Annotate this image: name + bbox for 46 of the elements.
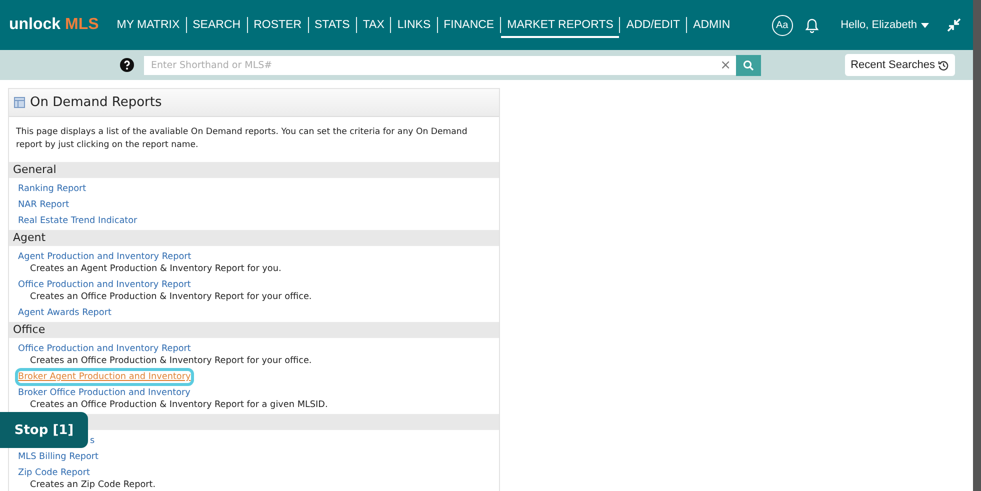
report-description: Creates an Office Production & Inventory Report for a given MLSID. [29, 400, 329, 411]
user-menu[interactable]: Hello, Elizabeth [830, 19, 935, 31]
section-header: Agent [9, 230, 499, 246]
report-link[interactable]: Ranking Report [18, 183, 86, 195]
section-header: Office [9, 322, 499, 338]
report-link[interactable]: Real Estate Trend Indicator [18, 215, 138, 227]
caret-icon [921, 22, 929, 28]
panel-title: On Demand Reports [30, 95, 162, 110]
font-size-button[interactable]: Aa [772, 14, 793, 36]
nav-tab[interactable]: ROSTER [248, 12, 308, 38]
report-link[interactable]: Zip Code Report [18, 467, 90, 479]
nav-tab[interactable]: STATS [308, 12, 356, 38]
search-icon [743, 60, 754, 70]
nav-tab[interactable]: FINANCE [438, 12, 500, 38]
search-button[interactable] [736, 54, 761, 76]
nav-tab[interactable]: ADD/EDIT [620, 12, 686, 38]
collapse-icon[interactable] [947, 18, 961, 32]
stop-button[interactable]: Stop [1] [0, 412, 88, 448]
intro-text: This page displays a list of the avaliable On Demand reports. You can set the criteria for any On Demand report by just clicking on the report name. [15, 126, 468, 152]
report-link[interactable]: Agent Awards Report [18, 307, 112, 319]
report-link[interactable]: s [90, 435, 95, 447]
report-link[interactable]: Agent Production and Inventory Report [18, 251, 192, 263]
report-link[interactable]: Office Production and Inventory Report [18, 279, 191, 291]
recent-searches-button[interactable]: Recent Searches [844, 54, 955, 76]
report-description: Creates an Office Production & Inventory Report for your office. [29, 356, 313, 367]
nav-tab[interactable]: LINKS [391, 12, 437, 38]
clear-button[interactable]: × [720, 58, 736, 72]
nav-tab[interactable]: ADMIN [687, 12, 736, 38]
section-header: General [9, 162, 499, 178]
report-link[interactable]: NAR Report [18, 199, 70, 211]
help-icon[interactable] [120, 58, 134, 72]
logo[interactable]: unlock MLS [9, 16, 99, 34]
nav-tab[interactable]: TAX [356, 12, 390, 38]
nav-tab[interactable]: MY MATRIX [110, 12, 186, 38]
nav-tab[interactable]: MARKET REPORTS [501, 12, 620, 38]
report-description: Creates an Zip Code Report. [29, 480, 157, 491]
report-description: Creates an Agent Production & Inventory Report for you. [29, 264, 282, 275]
report-link[interactable]: Office Production and Inventory Report [18, 343, 191, 355]
report-link[interactable]: MLS Billing Report [18, 451, 99, 463]
report-description: Creates an Office Production & Inventory Report for your office. [29, 292, 313, 303]
report-icon [14, 97, 25, 108]
history-icon [938, 60, 949, 70]
nav-tab[interactable]: SEARCH [186, 12, 247, 38]
bell-icon[interactable] [804, 18, 819, 32]
report-link[interactable]: Broker Office Production and Inventory [18, 387, 190, 399]
search-field[interactable]: Enter Shorthand or MLS# × [144, 56, 736, 74]
